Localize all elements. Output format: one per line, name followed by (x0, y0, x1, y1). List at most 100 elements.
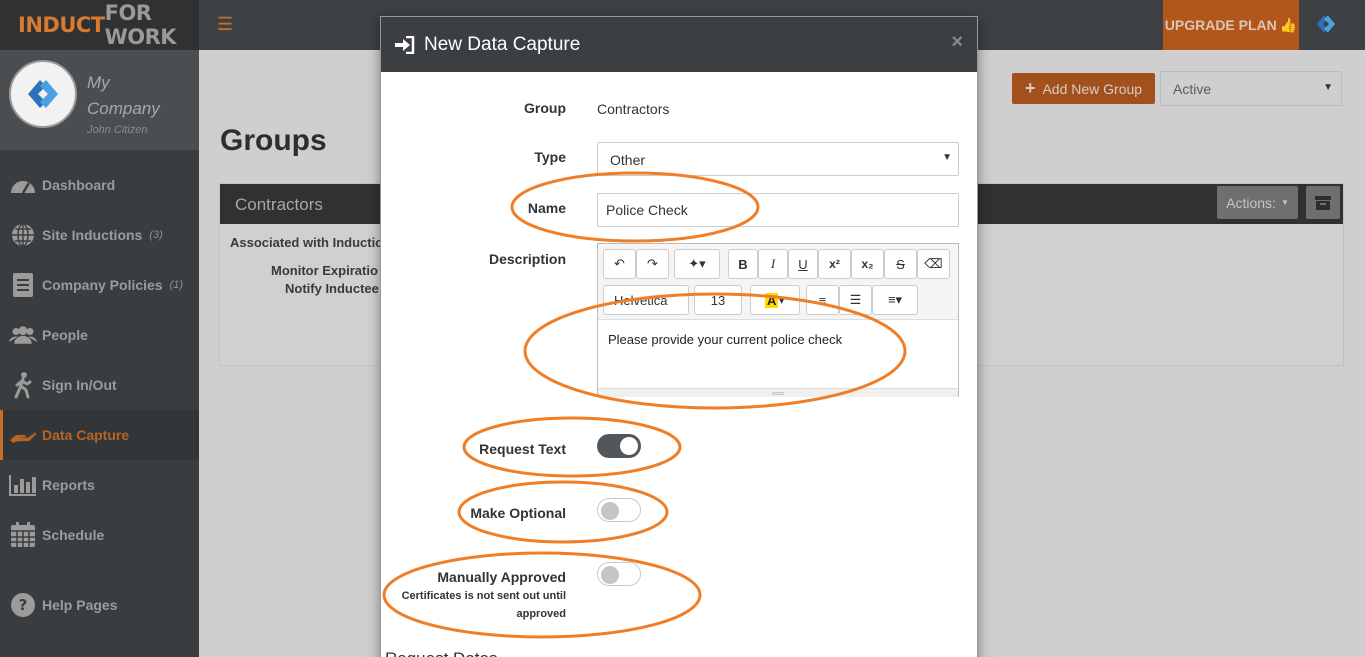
plus-icon: + (1024, 78, 1036, 98)
sidebar-item-label: Help Pages (42, 597, 118, 613)
sidebar-item-reports[interactable]: Reports (0, 460, 199, 510)
sidebar-item-company-policies[interactable]: Company Policies (1) (0, 260, 199, 310)
type-label: Type (534, 149, 566, 165)
status-filter-select[interactable]: Active ▼ (1160, 71, 1342, 106)
sidebar-item-label: People (42, 327, 88, 343)
underline-icon[interactable]: U (788, 249, 818, 279)
upgrade-plan-button[interactable]: UPGRADE PLAN 👍 (1163, 0, 1299, 50)
user-name: John Citizen (87, 124, 148, 136)
archive-icon (1315, 195, 1331, 210)
hand-icon (9, 421, 37, 449)
profile-panel: My Company John Citizen (0, 50, 199, 150)
monitor-label: Monitor Expiratio (271, 263, 378, 278)
archive-button[interactable] (1306, 186, 1340, 219)
sidebar-item-label: Company Policies (42, 277, 163, 293)
group-panel-title: Contractors (235, 195, 323, 214)
actions-dropdown-button[interactable]: Actions: ▼ (1217, 186, 1298, 219)
sidebar-item-data-capture[interactable]: Data Capture (0, 410, 199, 460)
upgrade-plan-label: UPGRADE PLAN (1164, 17, 1277, 33)
sidebar-item-label: Reports (42, 477, 95, 493)
superscript-icon[interactable]: x² (818, 249, 851, 279)
hamburger-menu-icon[interactable]: ☰ (217, 14, 233, 35)
modal-header: New Data Capture × (381, 17, 977, 72)
subscript-icon[interactable]: x₂ (851, 249, 884, 279)
caret-down-icon: ▼ (1280, 198, 1289, 207)
help-icon: ? (9, 591, 37, 619)
sidebar-item-label: Dashboard (42, 177, 116, 193)
company-avatar[interactable] (9, 60, 77, 128)
new-data-capture-modal: New Data Capture × Group Contractors Typ… (380, 16, 978, 657)
actions-label: Actions: (1226, 194, 1276, 211)
magic-wand-icon[interactable]: ✦▾ (674, 249, 720, 279)
status-filter-value: Active (1173, 81, 1212, 97)
description-editor: ↶ ↷ ✦▾ B I U x² x₂ S ⌫ Helvetica 13 A ▾ ≡… (597, 243, 959, 398)
eraser-icon[interactable]: ⌫ (917, 249, 950, 279)
bold-icon[interactable]: B (728, 249, 758, 279)
font-family-select[interactable]: Helvetica (603, 285, 689, 315)
calendar-icon (9, 521, 37, 549)
manually-approved-label: Manually Approved (437, 569, 566, 585)
company-logo-icon (28, 80, 58, 108)
type-select[interactable]: Other ▼ (597, 142, 959, 176)
toggle-knob (601, 566, 619, 584)
add-new-group-button[interactable]: + Add New Group (1012, 73, 1155, 104)
document-icon (9, 271, 37, 299)
sidebar-item-count: (3) (149, 229, 163, 241)
sidebar-item-people[interactable]: People (0, 310, 199, 360)
user-menu-logo-icon[interactable] (1312, 10, 1340, 38)
editor-resize-handle[interactable]: ══ (598, 388, 958, 398)
text-color-icon[interactable]: A ▾ (750, 285, 800, 315)
font-size-value: 13 (710, 292, 726, 308)
sidebar-item-label: Data Capture (42, 427, 130, 443)
notify-label: Notify Inductee (285, 281, 379, 296)
sidebar-item-dashboard[interactable]: Dashboard (0, 160, 199, 210)
italic-icon[interactable]: I (758, 249, 788, 279)
ordered-list-icon[interactable]: ☰ (839, 285, 872, 315)
name-label: Name (527, 200, 566, 216)
sign-in-icon (395, 35, 415, 54)
toggle-knob (620, 437, 638, 455)
bar-chart-icon (9, 471, 37, 499)
people-icon (9, 321, 37, 349)
make-optional-toggle[interactable] (597, 498, 641, 522)
undo-redo-group: ↶ ↷ (603, 249, 669, 279)
sidebar: INDUCT FOR WORK My Company John Citizen D… (0, 0, 199, 657)
request-text-label: Request Text (479, 441, 566, 457)
sidebar-item-label: Schedule (42, 527, 105, 543)
strikethrough-icon[interactable]: S (884, 249, 917, 279)
sidebar-item-sign-in-out[interactable]: Sign In/Out (0, 360, 199, 410)
svg-text:?: ? (19, 596, 28, 614)
unordered-list-icon[interactable]: ≡ (806, 285, 839, 315)
add-new-group-label: Add New Group (1042, 80, 1143, 97)
logo-text-induct: INDUCT (18, 13, 105, 37)
sidebar-item-site-inductions[interactable]: Site Inductions (3) (0, 210, 199, 260)
paragraph-align-icon[interactable]: ≡▾ (872, 285, 918, 315)
caret-down-icon: ▼ (1323, 82, 1333, 93)
description-label: Description (488, 251, 566, 267)
toggle-knob (601, 502, 619, 520)
thumbs-up-icon: 👍 (1279, 16, 1298, 33)
sidebar-item-count: (1) (169, 279, 184, 291)
name-input[interactable] (597, 193, 959, 227)
request-text-toggle[interactable] (597, 434, 641, 458)
modal-title: New Data Capture (424, 33, 581, 55)
sidebar-item-schedule[interactable]: Schedule (0, 510, 199, 560)
make-optional-label: Make Optional (470, 505, 566, 521)
globe-icon (9, 221, 37, 249)
description-textarea[interactable]: Please provide your current police check (598, 320, 958, 388)
walking-icon (9, 371, 37, 399)
company-name: My Company (87, 73, 160, 118)
sidebar-item-label: Sign In/Out (42, 377, 117, 393)
app-logo[interactable]: INDUCT FOR WORK (0, 0, 199, 50)
sidebar-item-help-pages[interactable]: ? Help Pages (0, 580, 199, 630)
undo-icon[interactable]: ↶ (603, 249, 636, 279)
sidebar-nav: Dashboard Site Inductions (3) Company Po… (0, 160, 199, 630)
sidebar-item-label: Site Inductions (42, 227, 143, 243)
manually-approved-toggle[interactable] (597, 562, 641, 586)
request-dates-heading: Request Dates (385, 649, 497, 657)
group-value: Contractors (597, 101, 670, 117)
redo-icon[interactable]: ↷ (636, 249, 669, 279)
close-icon[interactable]: × (951, 31, 963, 54)
group-label: Group (524, 100, 566, 116)
font-size-select[interactable]: 13 (694, 285, 742, 315)
